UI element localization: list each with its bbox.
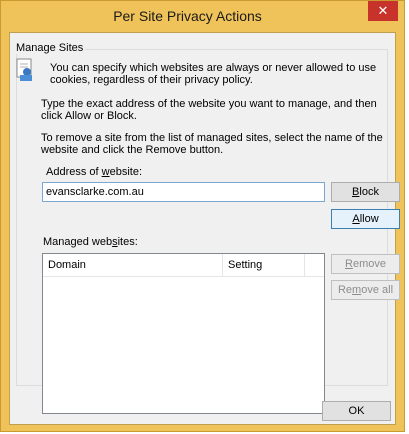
privacy-info-icon bbox=[16, 58, 32, 81]
column-header-domain[interactable]: Domain bbox=[43, 254, 223, 276]
list-header: Domain Setting bbox=[43, 254, 324, 277]
dialog-window: Per Site Privacy Actions ✕ Manage Sites … bbox=[0, 0, 405, 432]
website-address-input[interactable] bbox=[42, 182, 325, 202]
remove-button[interactable]: Remove bbox=[331, 254, 400, 274]
remove-all-button[interactable]: Remove all bbox=[331, 280, 400, 300]
remove-instruction-text: To remove a site from the list of manage… bbox=[41, 132, 383, 156]
intro-text: You can specify which websites are alway… bbox=[50, 62, 377, 86]
type-instruction-text: Type the exact address of the website yo… bbox=[41, 98, 377, 122]
close-button[interactable]: ✕ bbox=[368, 1, 398, 21]
column-header-filler bbox=[305, 254, 324, 276]
address-label: Address of website: bbox=[46, 166, 143, 178]
column-header-setting[interactable]: Setting bbox=[223, 254, 305, 276]
dialog-title: Per Site Privacy Actions bbox=[113, 8, 262, 24]
managed-sites-list[interactable]: Domain Setting bbox=[42, 253, 325, 414]
dialog-client: Manage Sites You can specify which websi… bbox=[9, 32, 400, 425]
block-button[interactable]: Block bbox=[331, 182, 400, 202]
group-legend: Manage Sites bbox=[14, 42, 86, 54]
ok-button[interactable]: OK bbox=[322, 401, 391, 421]
close-icon: ✕ bbox=[377, 3, 389, 18]
managed-websites-label: Managed websites: bbox=[43, 236, 138, 248]
title-bar[interactable]: Per Site Privacy Actions ✕ bbox=[1, 1, 404, 31]
allow-button[interactable]: Allow bbox=[331, 209, 400, 229]
